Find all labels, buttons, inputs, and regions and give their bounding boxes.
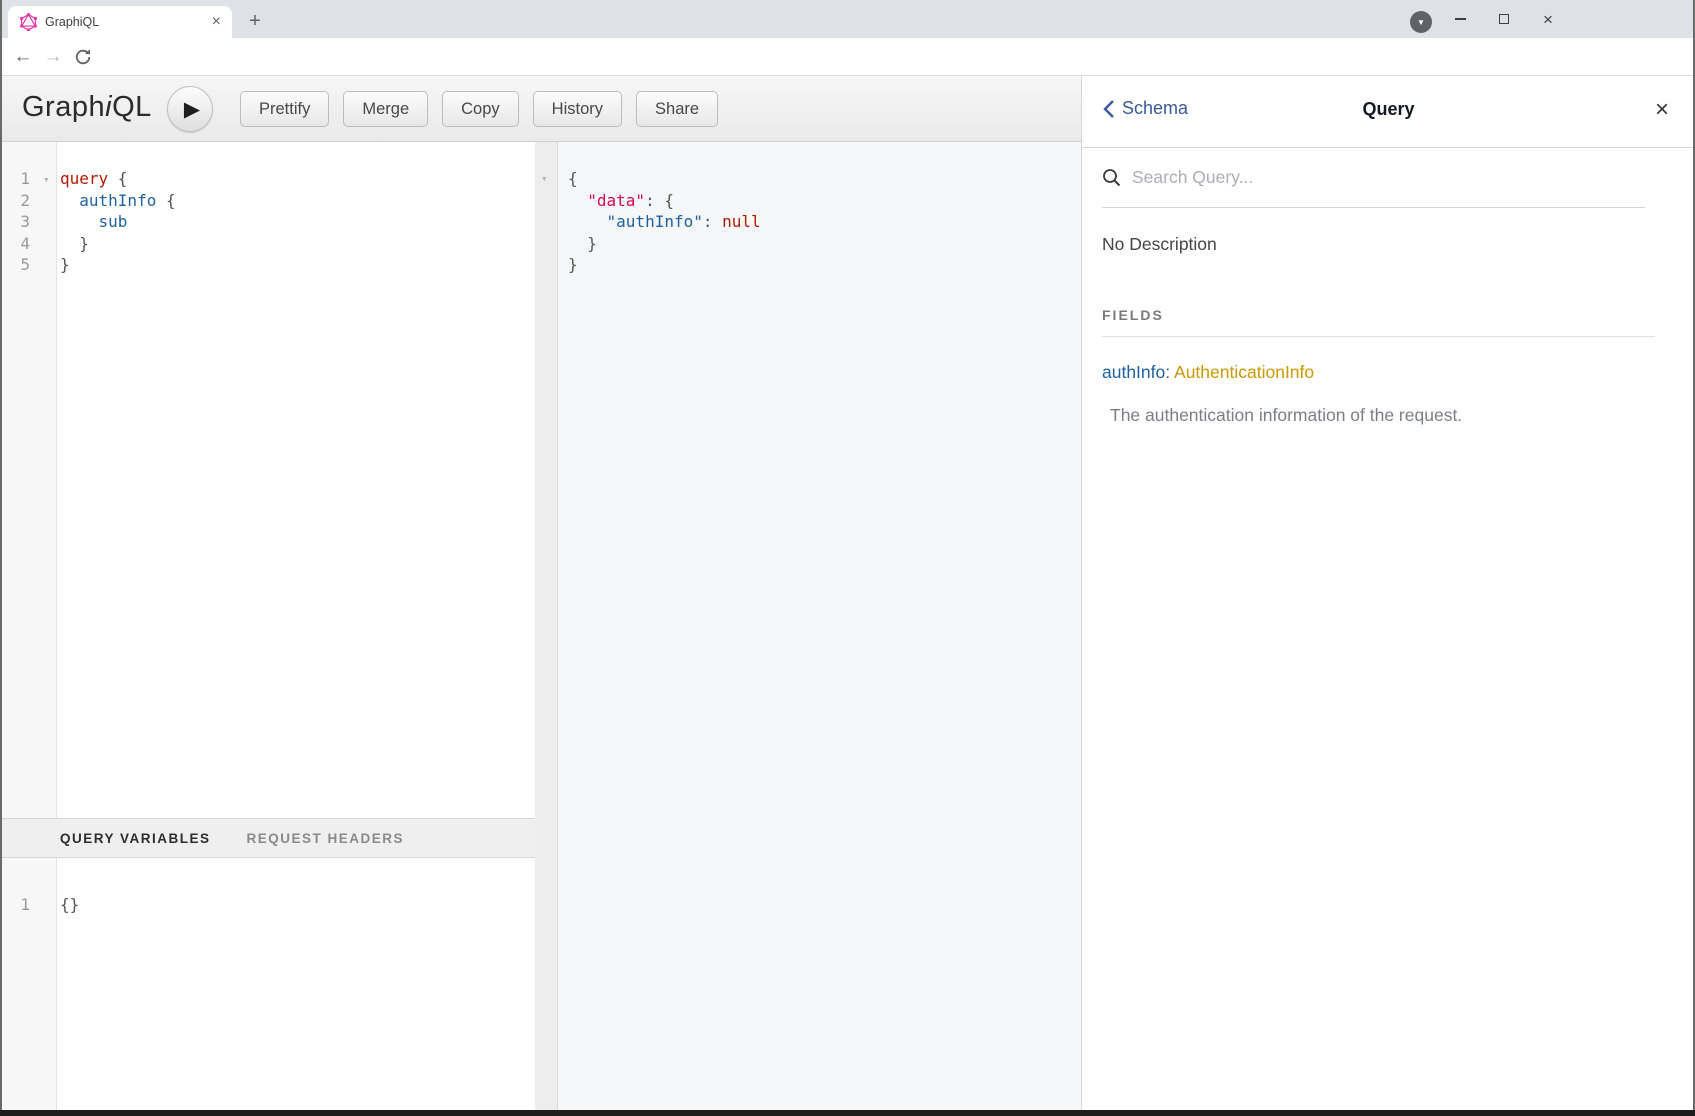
variables-editor-code[interactable]: {}	[60, 858, 535, 916]
field-row: authInfo: AuthenticationInfo	[1102, 362, 1655, 383]
fold-arrow-icon[interactable]: ▾	[43, 169, 50, 191]
toolbar-button-share[interactable]: Share	[636, 91, 718, 127]
doc-search-row	[1102, 148, 1645, 208]
result-line: }	[568, 254, 1081, 276]
line-number: 1	[0, 894, 49, 916]
field-name-link[interactable]: authInfo	[1102, 362, 1165, 382]
graphiql-toolbar: Prettify Merge Copy History Share	[240, 91, 718, 127]
code-line: }	[60, 233, 535, 255]
variables-editor-gutter: 1	[0, 858, 57, 1110]
doc-close-icon[interactable]: ×	[1655, 96, 1669, 124]
toolbar-button-prettify[interactable]: Prettify	[240, 91, 329, 127]
forward-icon[interactable]: →	[38, 38, 68, 76]
doc-type-title: Query	[1082, 99, 1695, 120]
query-editor-code[interactable]: query { authInfo { sub }}	[60, 142, 535, 276]
result-line: }	[568, 233, 1081, 255]
query-pane: 12345▾ query { authInfo { sub }} QUERY V…	[0, 142, 535, 1110]
result-fold-gutter: ▾	[535, 142, 558, 1110]
toolbar-button-merge[interactable]: Merge	[343, 91, 428, 127]
toolbar-button-copy[interactable]: Copy	[442, 91, 519, 127]
variables-editor[interactable]: 1 {}	[0, 858, 535, 1110]
result-line: "data": {	[568, 190, 1081, 212]
line-number: 4	[0, 233, 49, 255]
browser-window: GraphiQL × + ▼ × ← → localhost:3000/grap…	[0, 0, 1695, 1116]
window-minimize-button[interactable]	[1438, 0, 1482, 38]
line-number: 2	[0, 190, 49, 212]
tab-close-icon[interactable]: ×	[209, 13, 224, 31]
code-line: }	[60, 254, 535, 276]
type-description: No Description	[1102, 234, 1655, 255]
code-line: sub	[60, 211, 535, 233]
back-icon[interactable]: ←	[8, 38, 38, 76]
toolbar-button-history[interactable]: History	[533, 91, 622, 127]
browser-titlebar: GraphiQL × + ▼ ×	[0, 0, 1695, 38]
result-line: {	[568, 168, 1081, 190]
execute-query-button[interactable]: ▶	[167, 86, 213, 132]
field-type-link[interactable]: AuthenticationInfo	[1174, 362, 1314, 382]
query-editor-gutter: 12345 ▾	[0, 142, 57, 818]
tab-title: GraphiQL	[45, 15, 209, 29]
doc-search-input[interactable]	[1132, 167, 1621, 188]
secondary-editor-tabs: QUERY VARIABLES REQUEST HEADERS	[0, 818, 535, 858]
code-line: query {	[60, 168, 535, 190]
browser-tab[interactable]: GraphiQL ×	[8, 6, 232, 38]
window-border-left	[0, 0, 2, 1116]
line-number: 3	[0, 211, 49, 233]
doc-body: No Description FIELDS authInfo: Authenti…	[1102, 208, 1655, 426]
new-tab-button[interactable]: +	[242, 9, 268, 35]
result-json: { "data": { "authInfo": null }}	[568, 142, 1081, 276]
fold-arrow-icon[interactable]: ▾	[541, 168, 548, 190]
code-line: authInfo {	[60, 190, 535, 212]
field-description: The authentication information of the re…	[1110, 405, 1655, 426]
tab-request-headers[interactable]: REQUEST HEADERS	[247, 831, 405, 846]
graphiql-logo: GraphiQL	[22, 91, 152, 124]
code-line: {}	[60, 894, 535, 916]
doc-explorer-panel: Schema Query × No Description FIELDS aut…	[1081, 76, 1695, 1110]
window-close-button[interactable]: ×	[1526, 0, 1570, 38]
taskbar-edge	[0, 1110, 1695, 1116]
line-number: 5	[0, 254, 49, 276]
fields-divider	[1102, 336, 1655, 337]
play-icon: ▶	[184, 97, 200, 122]
download-status-icon[interactable]: ▼	[1410, 11, 1432, 33]
search-icon	[1102, 168, 1121, 187]
doc-explorer-header: Schema Query ×	[1082, 76, 1695, 148]
query-editor[interactable]: 12345 ▾ query { authInfo { sub }}	[0, 142, 535, 818]
fields-section-title: FIELDS	[1102, 307, 1655, 323]
line-number: 1	[0, 168, 49, 190]
window-maximize-button[interactable]	[1482, 0, 1526, 38]
graphql-favicon	[20, 13, 37, 31]
tab-query-variables[interactable]: QUERY VARIABLES	[60, 831, 211, 846]
browser-navbar: ← → localhost:3000/graphql ☆ P Tp	[0, 38, 1695, 76]
reload-icon[interactable]	[68, 38, 98, 76]
result-pane: ▾ { "data": { "authInfo": null }}	[535, 142, 1081, 1110]
result-line: "authInfo": null	[568, 211, 1081, 233]
